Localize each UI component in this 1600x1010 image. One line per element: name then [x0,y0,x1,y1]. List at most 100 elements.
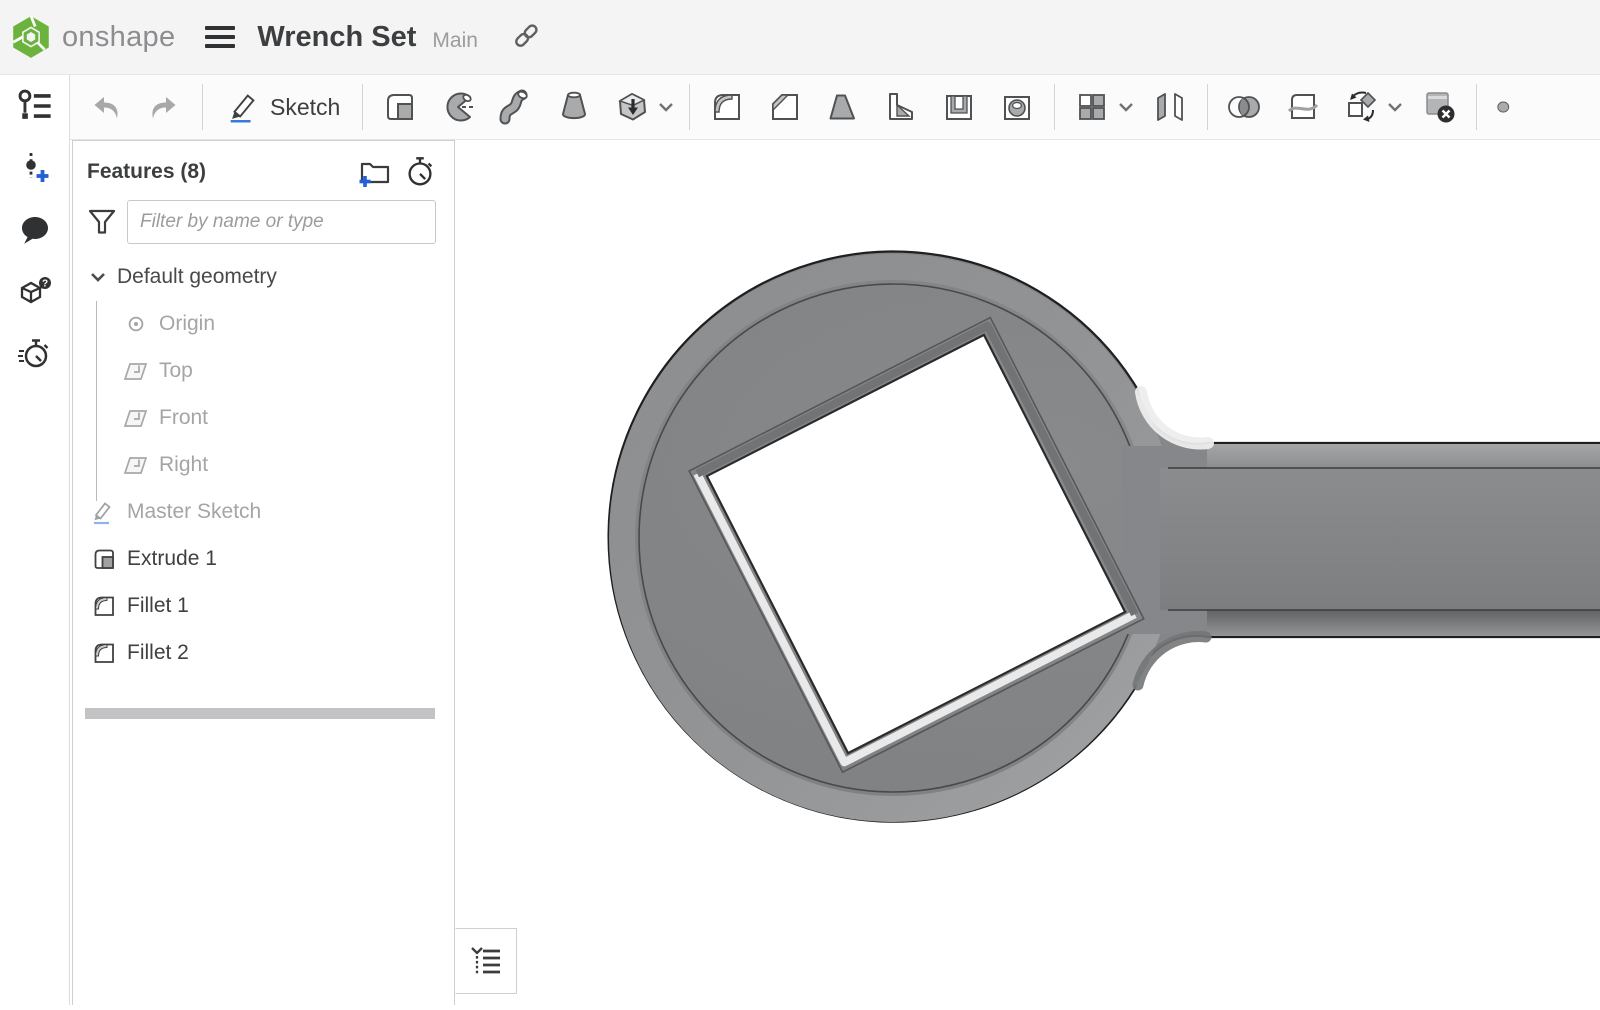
document-title: Wrench Set [257,21,416,54]
chevron-down-icon[interactable] [85,270,111,284]
transform-group-chevron[interactable] [1386,83,1404,131]
sketch-pencil-icon [89,498,119,526]
left-rail: ? [0,75,70,1005]
feature-item-origin[interactable]: Origin [73,300,454,347]
feature-toolbar: Sketch [70,75,1600,140]
comments-button[interactable] [13,208,57,252]
cube-question-icon: ? [17,275,53,309]
features-panel: Features (8) [72,140,455,1005]
transform-icon [1342,88,1380,126]
fillet-icon [89,593,119,619]
redo-button[interactable] [145,83,185,131]
plane-icon [121,407,151,429]
rollback-bar[interactable] [85,708,435,719]
handle-face [1160,468,1600,610]
transform-button[interactable] [1341,83,1381,131]
fillet-button[interactable] [707,83,747,131]
features-panel-header: Features (8) [87,155,438,189]
handle-bottom-chamfer [1207,610,1600,636]
folder-plus-icon [356,154,392,190]
toolbar-separator [1207,84,1208,130]
onshape-logo[interactable]: onshape [10,14,175,60]
chamfer-icon [766,88,804,126]
chevron-down-icon [658,102,674,112]
onshape-logo-icon [10,14,52,60]
hole-icon [998,88,1036,126]
help-models-button[interactable]: ? [13,270,57,314]
comment-icon [18,213,52,247]
chamfer-button[interactable] [765,83,805,131]
rib-button[interactable] [881,83,921,131]
mirror-button[interactable] [1150,83,1190,131]
fillet-icon [708,88,746,126]
modify-fillet-button[interactable] [1494,83,1510,131]
plane-icon [121,360,151,382]
toolbar-separator [689,84,690,130]
extrude-button[interactable] [380,83,420,131]
document-menu-icon[interactable] [205,26,235,48]
workspace-label: Main [432,29,478,53]
shell-icon [940,88,978,126]
shell-button[interactable] [939,83,979,131]
sketch-pencil-icon [225,88,261,126]
tree-group-default-geometry[interactable]: Default geometry [73,253,454,300]
delete-part-button[interactable] [1419,83,1459,131]
extrude-icon [89,546,119,572]
feature-item-front-plane[interactable]: Front [73,394,454,441]
feature-item-fillet-2[interactable]: Fillet 2 [73,629,454,676]
split-button[interactable] [1283,83,1323,131]
feature-item-right-plane[interactable]: Right [73,441,454,488]
feature-filter-input[interactable] [127,200,436,244]
sweep-icon [497,88,535,126]
loft-button[interactable] [554,83,594,131]
toolbar-separator [1054,84,1055,130]
chevron-down-icon [1387,102,1403,112]
versions-icon [18,150,52,186]
share-link-icon[interactable] [512,21,540,56]
sketch-button[interactable]: Sketch [225,88,340,126]
feature-label: Front [159,406,208,430]
tree-group-label: Default geometry [117,265,277,289]
fillet-icon [89,640,119,666]
feature-list-flyout-tab[interactable] [455,928,517,994]
toolbar-separator [202,84,203,130]
chevron-down-icon [1118,102,1134,112]
origin-icon [121,315,151,333]
rib-icon [882,88,920,126]
revolve-button[interactable] [438,83,478,131]
add-folder-button[interactable] [356,154,392,190]
sketch-button-label: Sketch [270,94,340,121]
stopwatch-icon [17,336,53,372]
thicken-button[interactable] [612,83,652,131]
feature-list-toggle-button[interactable] [13,84,57,128]
feature-item-fillet-1[interactable]: Fillet 1 [73,582,454,629]
top-bar: onshape Wrench Set Main [0,0,1600,75]
toolbar-separator [362,84,363,130]
history-button[interactable] [13,332,57,376]
extrude-icon [381,88,419,126]
boss-group-chevron[interactable] [657,83,675,131]
feature-label: Master Sketch [127,500,261,524]
redo-icon [148,90,182,124]
undo-icon [90,90,124,124]
feature-rollback-history-button[interactable] [402,154,438,190]
feature-item-master-sketch[interactable]: Master Sketch [73,488,454,535]
revolve-icon [439,88,477,126]
pattern-group-chevron[interactable] [1117,83,1135,131]
delete-part-icon [1420,88,1458,126]
feature-list-tab-icon [469,943,503,979]
hole-button[interactable] [997,83,1037,131]
feature-label: Right [159,453,208,477]
split-icon [1284,88,1322,126]
draft-button[interactable] [823,83,863,131]
undo-button[interactable] [87,83,127,131]
feature-label: Top [159,359,193,383]
versions-button[interactable] [13,146,57,190]
feature-item-top-plane[interactable]: Top [73,347,454,394]
feature-item-extrude-1[interactable]: Extrude 1 [73,535,454,582]
loft-icon [555,88,593,126]
boolean-icon [1226,88,1264,126]
sweep-button[interactable] [496,83,536,131]
linear-pattern-button[interactable] [1072,83,1112,131]
boolean-button[interactable] [1225,83,1265,131]
